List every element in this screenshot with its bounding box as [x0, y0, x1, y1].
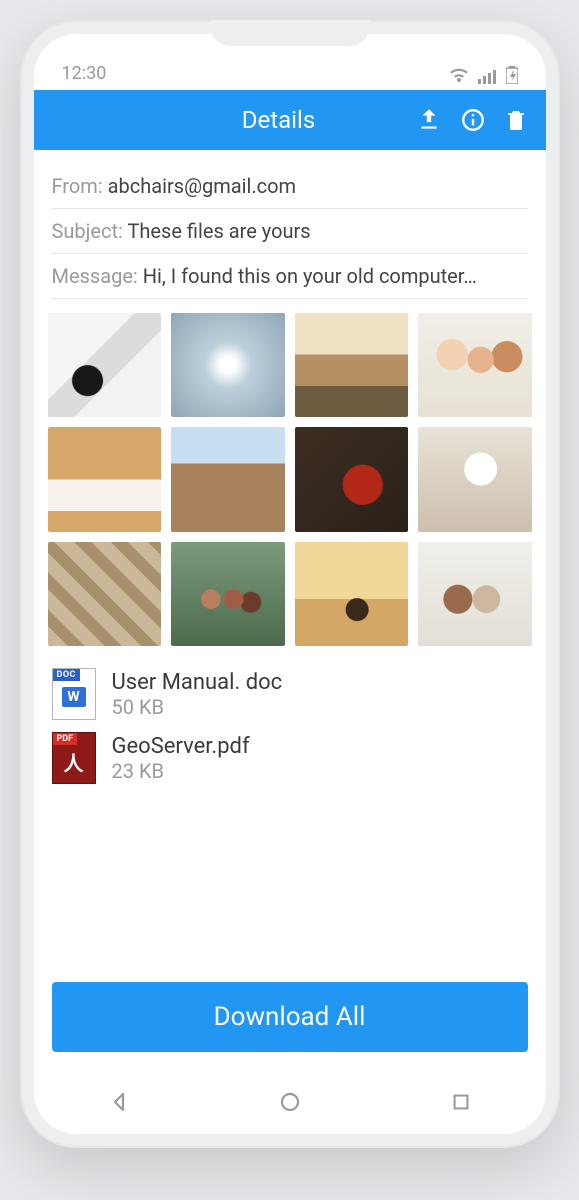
file-row[interactable]: PDF人 GeoServer.pdf 23 KB — [52, 726, 528, 790]
image-builder[interactable] — [418, 427, 532, 531]
file-size: 23 KB — [112, 759, 250, 783]
file-list: DOCW User Manual. doc 50 KB PDF人 GeoServ… — [34, 654, 546, 796]
wifi-icon — [448, 68, 470, 84]
signal-icon — [478, 68, 498, 84]
image-grid — [34, 307, 546, 654]
image-group-selfie[interactable] — [418, 313, 532, 417]
message-row: Message: Hi, I found this on your old co… — [52, 254, 528, 299]
image-walking[interactable] — [418, 542, 532, 646]
image-frost[interactable] — [171, 313, 285, 417]
image-room[interactable] — [295, 313, 409, 417]
status-time: 12:30 — [62, 63, 107, 84]
message-label: Message: — [52, 264, 138, 288]
file-size: 50 KB — [112, 695, 283, 719]
image-chair[interactable] — [48, 313, 162, 417]
image-sketch[interactable] — [48, 427, 162, 531]
from-label: From: — [52, 174, 103, 198]
app-header: Details — [34, 90, 546, 150]
from-row: From: abchairs@gmail.com — [52, 164, 528, 209]
page-title: Details — [142, 106, 416, 134]
nav-recent-icon[interactable] — [450, 1091, 472, 1113]
subject-label: Subject: — [52, 219, 123, 243]
image-leaves[interactable] — [48, 542, 162, 646]
image-friends[interactable] — [171, 542, 285, 646]
doc-icon: DOCW — [52, 668, 96, 720]
subject-value: These files are yours — [127, 219, 310, 243]
image-sunset[interactable] — [295, 542, 409, 646]
file-row[interactable]: DOCW User Manual. doc 50 KB — [52, 662, 528, 726]
pdf-icon: PDF人 — [52, 732, 96, 784]
upload-icon[interactable] — [416, 107, 442, 133]
from-value: abchairs@gmail.com — [108, 174, 296, 198]
image-balcony[interactable] — [171, 427, 285, 531]
subject-row: Subject: These files are yours — [52, 209, 528, 254]
nav-back-icon[interactable] — [107, 1090, 131, 1114]
download-all-button[interactable]: Download All — [52, 982, 528, 1052]
email-meta: From: abchairs@gmail.com Subject: These … — [34, 150, 546, 307]
image-hands[interactable] — [295, 427, 409, 531]
info-icon[interactable] — [460, 107, 486, 133]
trash-icon[interactable] — [504, 107, 528, 133]
message-value: Hi, I found this on your old computer… — [143, 264, 477, 288]
android-nav-bar — [34, 1070, 546, 1134]
file-name: User Manual. doc — [112, 670, 283, 695]
file-name: GeoServer.pdf — [112, 734, 250, 759]
battery-icon — [506, 66, 518, 84]
nav-home-icon[interactable] — [278, 1090, 302, 1114]
